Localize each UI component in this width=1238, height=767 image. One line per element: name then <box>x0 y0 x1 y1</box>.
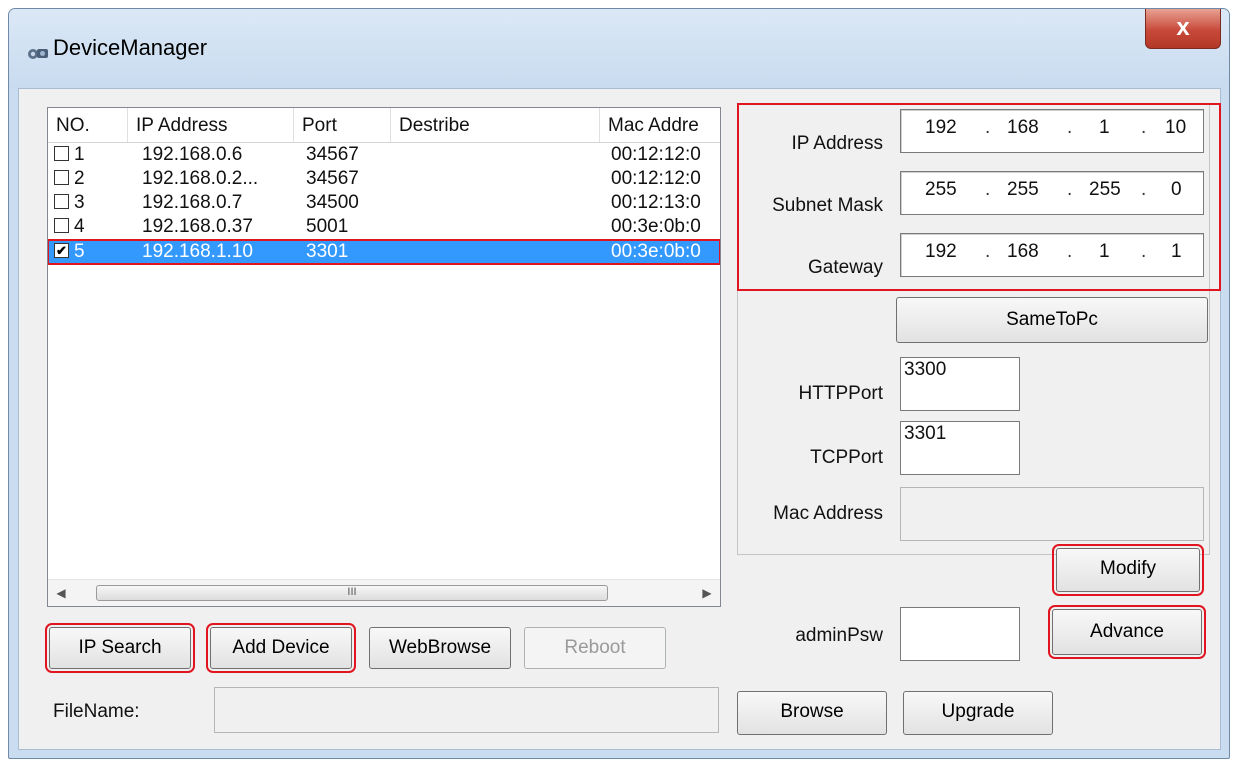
row-checkbox[interactable] <box>54 194 69 209</box>
mask-octet-2: 255 <box>1007 179 1039 200</box>
cell-mac: 00:12:12:0 <box>611 144 701 165</box>
subnet-mask-field[interactable]: 255 . 255 . 255 . 0 <box>900 171 1204 215</box>
dot: . <box>1141 117 1147 138</box>
column-port[interactable]: Port <box>294 108 391 142</box>
tcp-port-label: TCPPort <box>810 447 883 468</box>
admin-password-label: adminPsw <box>795 625 883 646</box>
device-manager-window: DeviceManager x NO. IP Address Port Dest… <box>8 8 1230 759</box>
dot: . <box>1141 179 1147 200</box>
row-checkbox[interactable] <box>54 170 69 185</box>
column-describe[interactable]: Destribe <box>391 108 600 142</box>
tcp-port-field[interactable]: 3301 <box>900 421 1020 475</box>
web-browse-button[interactable]: WebBrowse <box>369 627 511 669</box>
dot: . <box>1067 117 1073 138</box>
dot: . <box>1067 241 1073 262</box>
filename-field[interactable] <box>214 687 719 733</box>
scroll-thumb[interactable]: III <box>96 585 608 601</box>
gateway-label: Gateway <box>808 257 883 278</box>
cell-mac: 00:3e:0b:0 <box>611 216 701 237</box>
gateway-octet-3: 1 <box>1099 241 1110 262</box>
mask-octet-1: 255 <box>925 179 957 200</box>
close-icon: x <box>1176 14 1190 41</box>
scroll-left-icon[interactable]: ◀ <box>50 580 72 606</box>
mask-octet-3: 255 <box>1089 179 1121 200</box>
gateway-octet-4: 1 <box>1171 241 1182 262</box>
dot: . <box>985 117 991 138</box>
gateway-field[interactable]: 192 . 168 . 1 . 1 <box>900 233 1204 277</box>
cell-port: 5001 <box>306 216 349 237</box>
ip-address-label: IP Address <box>791 133 883 154</box>
mac-address-label: Mac Address <box>773 503 883 524</box>
upgrade-button[interactable]: Upgrade <box>903 691 1053 735</box>
mask-octet-4: 0 <box>1171 179 1182 200</box>
ip-search-button[interactable]: IP Search <box>45 623 195 673</box>
same-to-pc-button[interactable]: SameToPc <box>896 297 1208 343</box>
cell-ip: 192.168.0.2... <box>142 168 259 189</box>
table-row[interactable]: 2 192.168.0.2... 34567 00:12:12:0 <box>48 167 720 191</box>
ip-octet-4: 10 <box>1165 117 1187 138</box>
column-mac-address[interactable]: Mac Addre <box>600 108 720 142</box>
cell-mac: 00:3e:0b:0 <box>611 241 701 262</box>
browse-button[interactable]: Browse <box>737 691 887 735</box>
dot: . <box>985 179 991 200</box>
column-ip-address[interactable]: IP Address <box>128 108 294 142</box>
client-area: NO. IP Address Port Destribe Mac Addre 1… <box>18 88 1221 750</box>
dot: . <box>1141 241 1147 262</box>
ip-octet-2: 168 <box>1007 117 1039 138</box>
gateway-octet-1: 192 <box>925 241 957 262</box>
cell-port: 3301 <box>306 241 349 262</box>
cell-port: 34567 <box>306 168 359 189</box>
cell-mac: 00:12:13:0 <box>611 192 701 213</box>
list-header: NO. IP Address Port Destribe Mac Addre <box>48 108 720 143</box>
window-title: DeviceManager <box>53 35 208 60</box>
column-no[interactable]: NO. <box>48 108 128 142</box>
row-checkbox-checked[interactable]: ✔ <box>54 243 69 258</box>
cell-port: 34567 <box>306 144 359 165</box>
reboot-button: Reboot <box>524 627 666 669</box>
cell-no: 4 <box>74 216 85 237</box>
cell-mac: 00:12:12:0 <box>611 168 701 189</box>
gateway-octet-2: 168 <box>1007 241 1039 262</box>
horizontal-scrollbar[interactable]: ◀ III ▶ <box>48 579 720 606</box>
ip-octet-3: 1 <box>1099 117 1110 138</box>
http-port-label: HTTPPort <box>798 383 883 404</box>
dot: . <box>985 241 991 262</box>
modify-button[interactable]: Modify <box>1052 544 1204 596</box>
ip-address-field[interactable]: 192 . 168 . 1 . 10 <box>900 109 1204 153</box>
row-checkbox[interactable] <box>54 146 69 161</box>
table-row[interactable]: 4 192.168.0.37 5001 00:3e:0b:0 <box>48 215 720 239</box>
table-row[interactable]: 1 192.168.0.6 34567 00:12:12:0 <box>48 143 720 167</box>
cell-no: 5 <box>74 241 85 262</box>
mac-address-field[interactable] <box>900 487 1204 541</box>
device-list[interactable]: NO. IP Address Port Destribe Mac Addre 1… <box>47 107 721 607</box>
dot: . <box>1067 179 1073 200</box>
camera-icon <box>28 49 48 59</box>
cell-no: 3 <box>74 192 85 213</box>
table-row[interactable]: 3 192.168.0.7 34500 00:12:13:0 <box>48 191 720 215</box>
grip-icon: III <box>347 586 357 598</box>
http-port-field[interactable]: 3300 <box>900 357 1020 411</box>
filename-label: FileName: <box>53 701 140 722</box>
ip-octet-1: 192 <box>925 117 957 138</box>
cell-no: 2 <box>74 168 85 189</box>
cell-ip: 192.168.0.6 <box>142 144 243 165</box>
cell-no: 1 <box>74 144 85 165</box>
cell-ip: 192.168.1.10 <box>142 241 253 262</box>
advance-button[interactable]: Advance <box>1048 605 1206 659</box>
cell-port: 34500 <box>306 192 359 213</box>
admin-password-field[interactable] <box>900 607 1020 661</box>
subnet-mask-label: Subnet Mask <box>772 195 883 216</box>
cell-ip: 192.168.0.37 <box>142 216 253 237</box>
title-bar[interactable]: DeviceManager x <box>9 9 1229 89</box>
cell-ip: 192.168.0.7 <box>142 192 243 213</box>
scroll-right-icon[interactable]: ▶ <box>696 580 718 606</box>
table-row-selected[interactable]: ✔ 5 192.168.1.10 3301 00:3e:0b:0 <box>48 239 720 265</box>
add-device-button[interactable]: Add Device <box>206 623 356 673</box>
row-checkbox[interactable] <box>54 218 69 233</box>
close-button[interactable]: x <box>1145 9 1221 49</box>
